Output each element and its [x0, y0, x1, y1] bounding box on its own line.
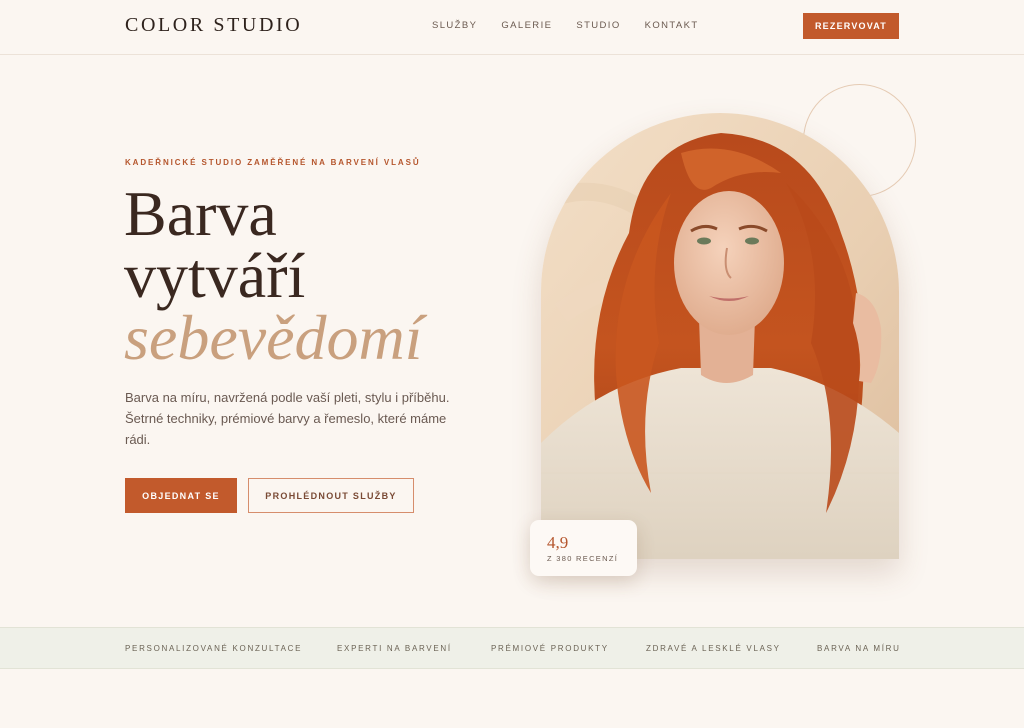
hero-title-accent: sebevědomí	[124, 302, 423, 373]
hero-description-line-1: Barva na míru, navržená podle vaší pleti…	[125, 390, 450, 405]
rating-card: 4,9 Z 380 RECENZÍ	[530, 520, 637, 576]
feature-item-produkty: PRÉMIOVÉ PRODUKTY	[491, 644, 609, 653]
nav-link-sluzby[interactable]: SLUŽBY	[432, 20, 477, 31]
hero-description: Barva na míru, navržená podle vaší pleti…	[125, 387, 455, 450]
view-services-button[interactable]: PROHLÉDNOUT SLUŽBY	[248, 478, 414, 513]
feature-item-experti: EXPERTI NA BARVENÍ	[337, 644, 452, 653]
site-logo[interactable]: COLOR STUDIO	[125, 14, 302, 37]
hero-title: Barva vytváří sebevědomí	[124, 178, 423, 373]
hero-description-line-2: Šetrné techniky, prémiové barvy a řemesl…	[125, 411, 447, 426]
hero-eyebrow: KADEŘNICKÉ STUDIO ZAMĚŘENÉ NA BARVENÍ VL…	[125, 158, 421, 167]
nav-link-galerie[interactable]: GALERIE	[501, 20, 552, 31]
rating-count: Z 380 RECENZÍ	[547, 554, 619, 563]
feature-item-konzultace: PERSONALIZOVANÉ KONZULTACE	[125, 644, 303, 653]
features-strip: PERSONALIZOVANÉ KONZULTACE EXPERTI NA BA…	[0, 627, 1024, 669]
main-nav: SLUŽBY GALERIE STUDIO KONTAKT	[432, 20, 723, 31]
hero-title-line-1: Barva	[124, 178, 277, 249]
hero-title-line-2: vytváří	[124, 240, 306, 311]
book-button[interactable]: OBJEDNAT SE	[125, 478, 237, 513]
reserve-button[interactable]: REZERVOVAT	[803, 13, 899, 39]
feature-item-barva-na-miru: BARVA NA MÍRU	[817, 644, 901, 653]
hero-description-line-3: rádi.	[125, 432, 151, 447]
feature-item-zdrave-vlasy: ZDRAVÉ A LESKLÉ VLASY	[646, 644, 781, 653]
site-header: COLOR STUDIO SLUŽBY GALERIE STUDIO KONTA…	[0, 0, 1024, 55]
portrait-illustration	[541, 113, 899, 559]
hero-portrait-image	[541, 113, 899, 559]
nav-link-studio[interactable]: STUDIO	[576, 20, 620, 31]
nav-link-kontakt[interactable]: KONTAKT	[645, 20, 699, 31]
rating-value: 4,9	[547, 533, 569, 552]
